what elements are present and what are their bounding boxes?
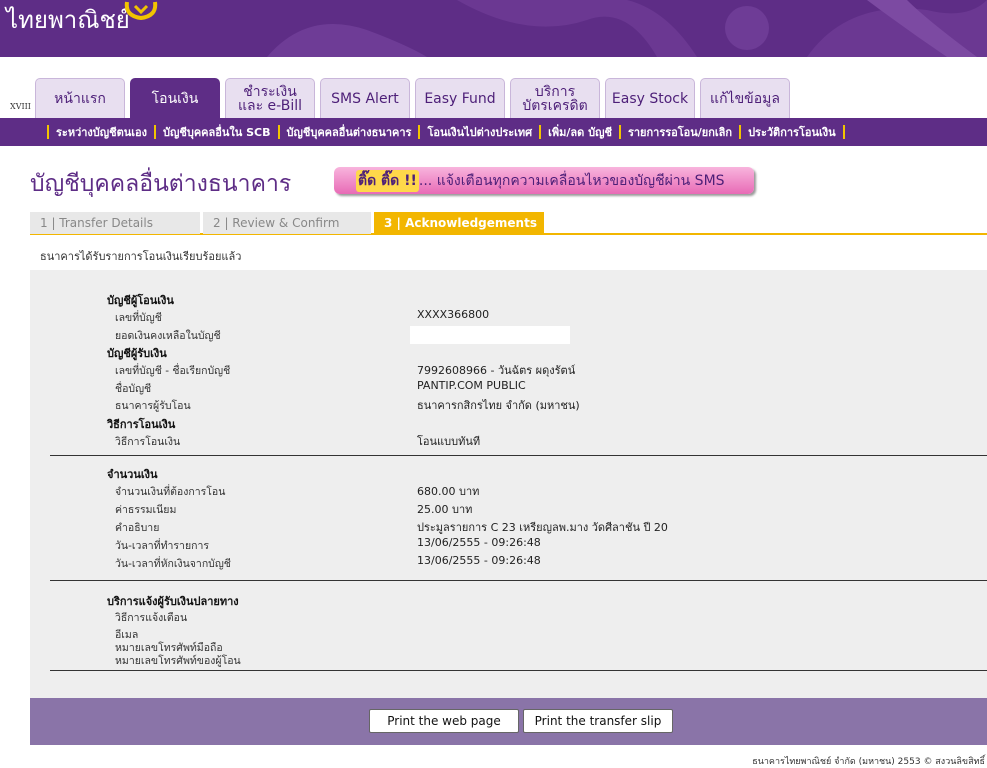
field-label: วัน-เวลาที่ทำรายการ [115,540,209,552]
field-label: ยอดเงินคงเหลือในบัญชี [115,330,221,342]
transfer-fee: 25.00 บาท [417,503,473,516]
step-acknowledgements: 3 | Acknowledgements [374,212,544,234]
from-account-number: XXXX366800 [417,308,490,321]
tab-label: ชำระเงิน [243,83,297,100]
separator [47,125,49,139]
tab-home[interactable]: หน้าแรก [35,78,125,118]
field-label: วิธีการโอนเงิน [115,436,181,448]
print-slip-button[interactable]: Print the transfer slip [523,709,673,733]
tab-sms-alert[interactable]: SMS Alert [320,78,410,118]
sms-banner-text: ... แจ้งเตือนทุกความเคลื่อนไหวของบัญชีผ่… [418,172,725,189]
separator [618,125,621,139]
tab-bill-payment[interactable]: ชำระเงิน และ e-Bill [225,78,315,118]
field-label: ธนาคารผู้รับโอน [115,400,191,412]
to-bank: ธนาคารกสิกรไทย จำกัด (มหาชน) [417,399,580,412]
to-account-name: PANTIP.COM PUBLIC [417,379,526,392]
footer-copyright: ธนาคารไทยพาณิชย์ จำกัด (มหาชน) 2553 © สง… [752,757,985,767]
tab-label: หน้าแรก [54,90,106,107]
separator [842,125,845,139]
tab-label-line2: และ e-Bill [237,97,302,114]
tab-edit-profile[interactable]: แก้ไขข้อมูล [700,78,790,118]
separator [418,125,421,139]
tab-transfer[interactable]: โอนเงิน [130,78,220,118]
step-indicator: 1 | Transfer Details 2 | Review & Confir… [30,212,987,235]
field-label: วัน-เวลาที่หักเงินจากบัญชี [115,558,231,570]
site-header: ไทยพาณิชย์ [0,0,987,57]
balance-hidden [410,326,570,344]
section-heading-amount: จำนวนเงิน [107,468,158,481]
print-page-button[interactable]: Print the web page [369,709,519,733]
tab-label: Easy Fund [424,90,496,107]
transaction-time: 13/06/2555 - 09:26:48 [417,536,541,549]
section-heading-notify: บริการแจ้งผู้รับเงินปลายทาง [107,595,239,608]
transfer-submenu: ระหว่างบัญชีตนเอง บัญชีบุคคลอื่นใน SCB บ… [0,118,987,146]
bank-logo-text: ไทยพาณิชย์ [6,6,130,34]
divider [50,670,987,671]
section-heading-to: บัญชีผู้รับเงิน [107,347,167,360]
divider [50,580,987,581]
field-label: วิธีการแจ้งเตือน [115,612,188,624]
field-label: ชื่อบัญชี [115,383,152,395]
confirmation-message: ธนาคารได้รับรายการโอนเงินเรียบร้อยแล้ว [40,250,242,263]
tab-label: Easy Stock [611,90,689,107]
divider [50,455,987,456]
submenu-manage-accounts[interactable]: เพิ่ม/ลด บัญชี [548,123,612,141]
submenu-pending[interactable]: รายการรอโอน/ยกเลิก [628,123,732,141]
submenu-history[interactable]: ประวัติการโอนเงิน [748,123,836,141]
submenu-other-bank[interactable]: บัญชีบุคคลอื่นต่างธนาคาร [287,123,412,141]
step-transfer-details: 1 | Transfer Details [30,212,200,234]
submenu-other-scb[interactable]: บัญชีบุคคลอื่นใน SCB [163,123,271,141]
field-label: เลขที่บัญชี - ชื่อเรียกบัญชี [115,365,231,377]
field-label: จำนวนเงินที่ต้องการโอน [115,486,226,498]
transfer-amount: 680.00 บาท [417,485,480,498]
scb-logo-icon [124,1,158,21]
transfer-method: โอนแบบทันที [417,435,481,448]
header-decoration [267,0,987,57]
sms-banner-highlight: ติ๊ด ติ๊ด !! [356,169,419,192]
debit-time: 13/06/2555 - 09:26:48 [417,554,541,567]
field-label: หมายเลขโทรศัพท์ของผู้โอน [115,655,241,667]
tab-label: แก้ไขข้อมูล [710,90,780,107]
tab-label: SMS Alert [331,90,399,107]
separator [154,125,157,139]
tab-label-line2: บัตรเครดิต [522,97,588,114]
page-title: บัญชีบุคคลอื่นต่างธนาคาร [30,171,292,197]
step-review-confirm: 2 | Review & Confirm [203,212,371,234]
section-heading-from: บัญชีผู้โอนเงิน [107,294,174,307]
tab-label: บริการ [534,83,576,100]
sms-promo-banner[interactable]: ติ๊ด ติ๊ด !! ... แจ้งเตือนทุกความเคลื่อน… [334,167,754,194]
tab-credit-card[interactable]: บริการ บัตรเครดิต [510,78,600,118]
field-label: ค่าธรรมเนียม [115,504,177,516]
field-label: คำอธิบาย [115,522,160,534]
to-account: 7992608966 - วันฉัตร ผดุงรัตน์ [417,364,576,377]
field-label: เลขที่บัญชี [115,312,162,324]
separator [539,125,542,139]
submenu-international[interactable]: โอนเงินไปต่างประเทศ [427,123,532,141]
tab-easy-stock[interactable]: Easy Stock [605,78,695,118]
tab-label: โอนเงิน [151,90,199,107]
tab-easy-fund[interactable]: Easy Fund [415,78,505,118]
version-label: XVIII [10,102,31,111]
submenu-own-accounts[interactable]: ระหว่างบัญชีตนเอง [56,123,147,141]
transfer-description: ประมูลรายการ C 23 เหรียญลพ.มาง วัดศีลาชั… [417,521,668,534]
section-heading-method: วิธีการโอนเงิน [107,418,176,431]
separator [277,125,280,139]
separator [739,125,742,139]
